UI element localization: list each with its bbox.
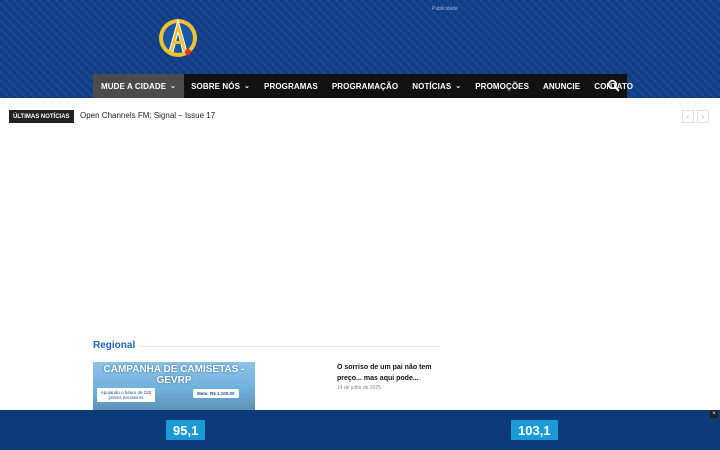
frequency-button-951[interactable]: 95,1 (166, 420, 206, 440)
main-nav: MUDE A CIDADE ⌄ SOBRE NÓS ⌄ PROGRAMAS PR… (93, 74, 633, 98)
ticker-headline-link[interactable]: Open Channels FM: Signal – Issue 17 (80, 111, 215, 120)
image-subtitle-text: Apoiando o futuro de 220 jovens escoteir… (97, 388, 155, 402)
article-date: 14 de julho de 2025 (337, 385, 381, 391)
nav-item-noticias[interactable]: NOTÍCIAS ⌄ (405, 74, 468, 98)
chevron-right-icon[interactable]: › (697, 110, 709, 123)
article-title-link[interactable]: O sorriso de um pai não tem preço... mas… (337, 362, 447, 384)
nav-item-label: MUDE A CIDADE (101, 81, 167, 91)
nav-item-anuncie[interactable]: ANUNCIE (536, 74, 587, 98)
nav-item-label: PROGRAMAS (264, 81, 318, 91)
nav-item-label: PROGRAMAÇÃO (331, 81, 399, 91)
nav-item-promocoes[interactable]: PROMOÇÕES (468, 74, 536, 98)
chevron-down-icon: ⌄ (244, 83, 251, 90)
section-divider (138, 346, 441, 347)
search-icon[interactable] (607, 79, 621, 93)
section-title-regional[interactable]: Regional (93, 340, 135, 351)
nav-item-programas[interactable]: PROGRAMAS (257, 74, 325, 98)
nav-item-label: ANUNCIE (543, 81, 581, 91)
ad-label: Publicidade (432, 6, 458, 12)
nav-item-programacao[interactable]: PROGRAMAÇÃO (325, 74, 405, 98)
image-goal-text: Meta: R$ 1.100,00 (193, 389, 239, 398)
nav-item-label: SOBRE NÓS (191, 81, 241, 91)
chevron-down-icon: ⌄ (170, 83, 177, 90)
frequency-button-1031[interactable]: 103,1 (511, 420, 558, 440)
ticker-tag: ÚLTIMAS NOTÍCIAS (9, 110, 74, 123)
nav-item-label: NOTÍCIAS (412, 81, 452, 91)
radio-player-bar: 95,1 103,1 × (0, 410, 720, 450)
tower-a-logo-icon[interactable] (156, 14, 200, 60)
nav-item-mude-a-cidade[interactable]: MUDE A CIDADE ⌄ (93, 74, 185, 98)
chevron-down-icon: ⌄ (455, 83, 462, 90)
image-title-text: CAMPANHA DE CAMISETAS - GEVRP (103, 364, 245, 386)
nav-item-sobre-nos[interactable]: SOBRE NÓS ⌄ (184, 74, 257, 98)
chevron-left-icon[interactable]: ‹ (682, 110, 694, 123)
featured-article-image[interactable]: CAMPANHA DE CAMISETAS - GEVRP Apoiando o… (93, 362, 255, 412)
close-icon[interactable]: × (710, 410, 718, 418)
nav-item-label: PROMOÇÕES (475, 81, 530, 91)
